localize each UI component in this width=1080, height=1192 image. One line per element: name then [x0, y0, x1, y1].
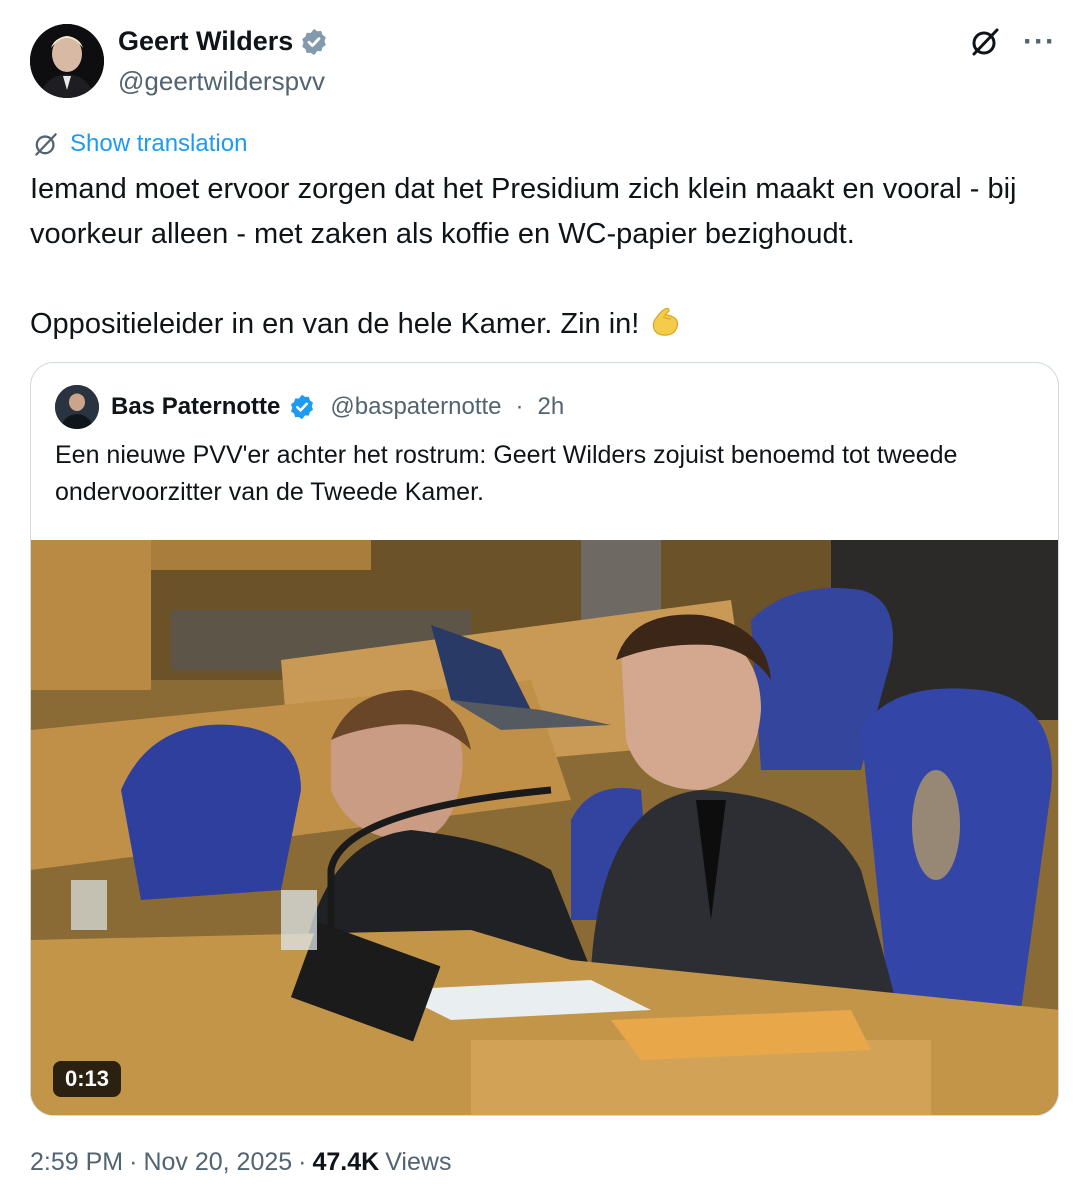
quoted-author-name[interactable]: Bas Paternotte: [111, 393, 280, 421]
tweet-paragraph-1: Iemand moet ervoor zorgen dat het Presid…: [30, 173, 1017, 250]
views-count: 47.4K: [312, 1148, 380, 1176]
translate-grok-icon: [32, 130, 60, 158]
quoted-tweet-text: Een nieuwe PVV'er achter het rostrum: Ge…: [55, 441, 958, 506]
verified-badge-icon[interactable]: [299, 27, 329, 57]
author-avatar[interactable]: [30, 24, 104, 98]
meta-separator-2: ·: [298, 1148, 307, 1176]
quoted-separator: ·: [515, 393, 524, 420]
more-options-icon[interactable]: ···: [1023, 27, 1056, 57]
quoted-video[interactable]: 0:13: [31, 540, 1058, 1115]
quoted-author-avatar[interactable]: [55, 385, 99, 429]
quoted-tweet-card[interactable]: Bas Paternotte @baspaternotte · 2h Een n…: [30, 362, 1059, 1116]
flexed-biceps-icon: [647, 303, 683, 339]
author-handle[interactable]: @geertwilderspvv: [118, 66, 325, 97]
grok-icon[interactable]: [969, 26, 1001, 58]
quoted-timestamp[interactable]: 2h: [538, 393, 565, 421]
tweet-date[interactable]: Nov 20, 2025: [143, 1148, 292, 1177]
quoted-author-handle[interactable]: @baspaternotte: [330, 393, 501, 421]
tweet-top-actions: ···: [969, 26, 1056, 58]
tweet-paragraph-2: Oppositieleider in en van de hele Kamer.…: [30, 302, 1060, 347]
translation-row: Show translation: [32, 130, 247, 158]
quoted-tweet-header: Bas Paternotte @baspaternotte · 2h: [55, 385, 564, 429]
author-name-row: Geert Wilders: [118, 26, 329, 57]
video-frame: [31, 540, 1058, 1115]
meta-separator-1: ·: [129, 1148, 138, 1176]
tweet-paragraph-2-text: Oppositieleider in en van de hele Kamer.…: [30, 308, 640, 340]
tweet-meta: 2:59 PM · Nov 20, 2025 · 47.4K Views: [30, 1148, 451, 1177]
quoted-verified-badge-icon: [288, 393, 316, 421]
views-label: Views: [385, 1148, 452, 1176]
video-duration-badge: 0:13: [53, 1061, 122, 1097]
show-translation-link[interactable]: Show translation: [70, 130, 247, 158]
tweet-time[interactable]: 2:59 PM: [30, 1148, 123, 1177]
author-display-name[interactable]: Geert Wilders: [118, 26, 293, 57]
tweet-text: Iemand moet ervoor zorgen dat het Presid…: [30, 167, 1060, 347]
